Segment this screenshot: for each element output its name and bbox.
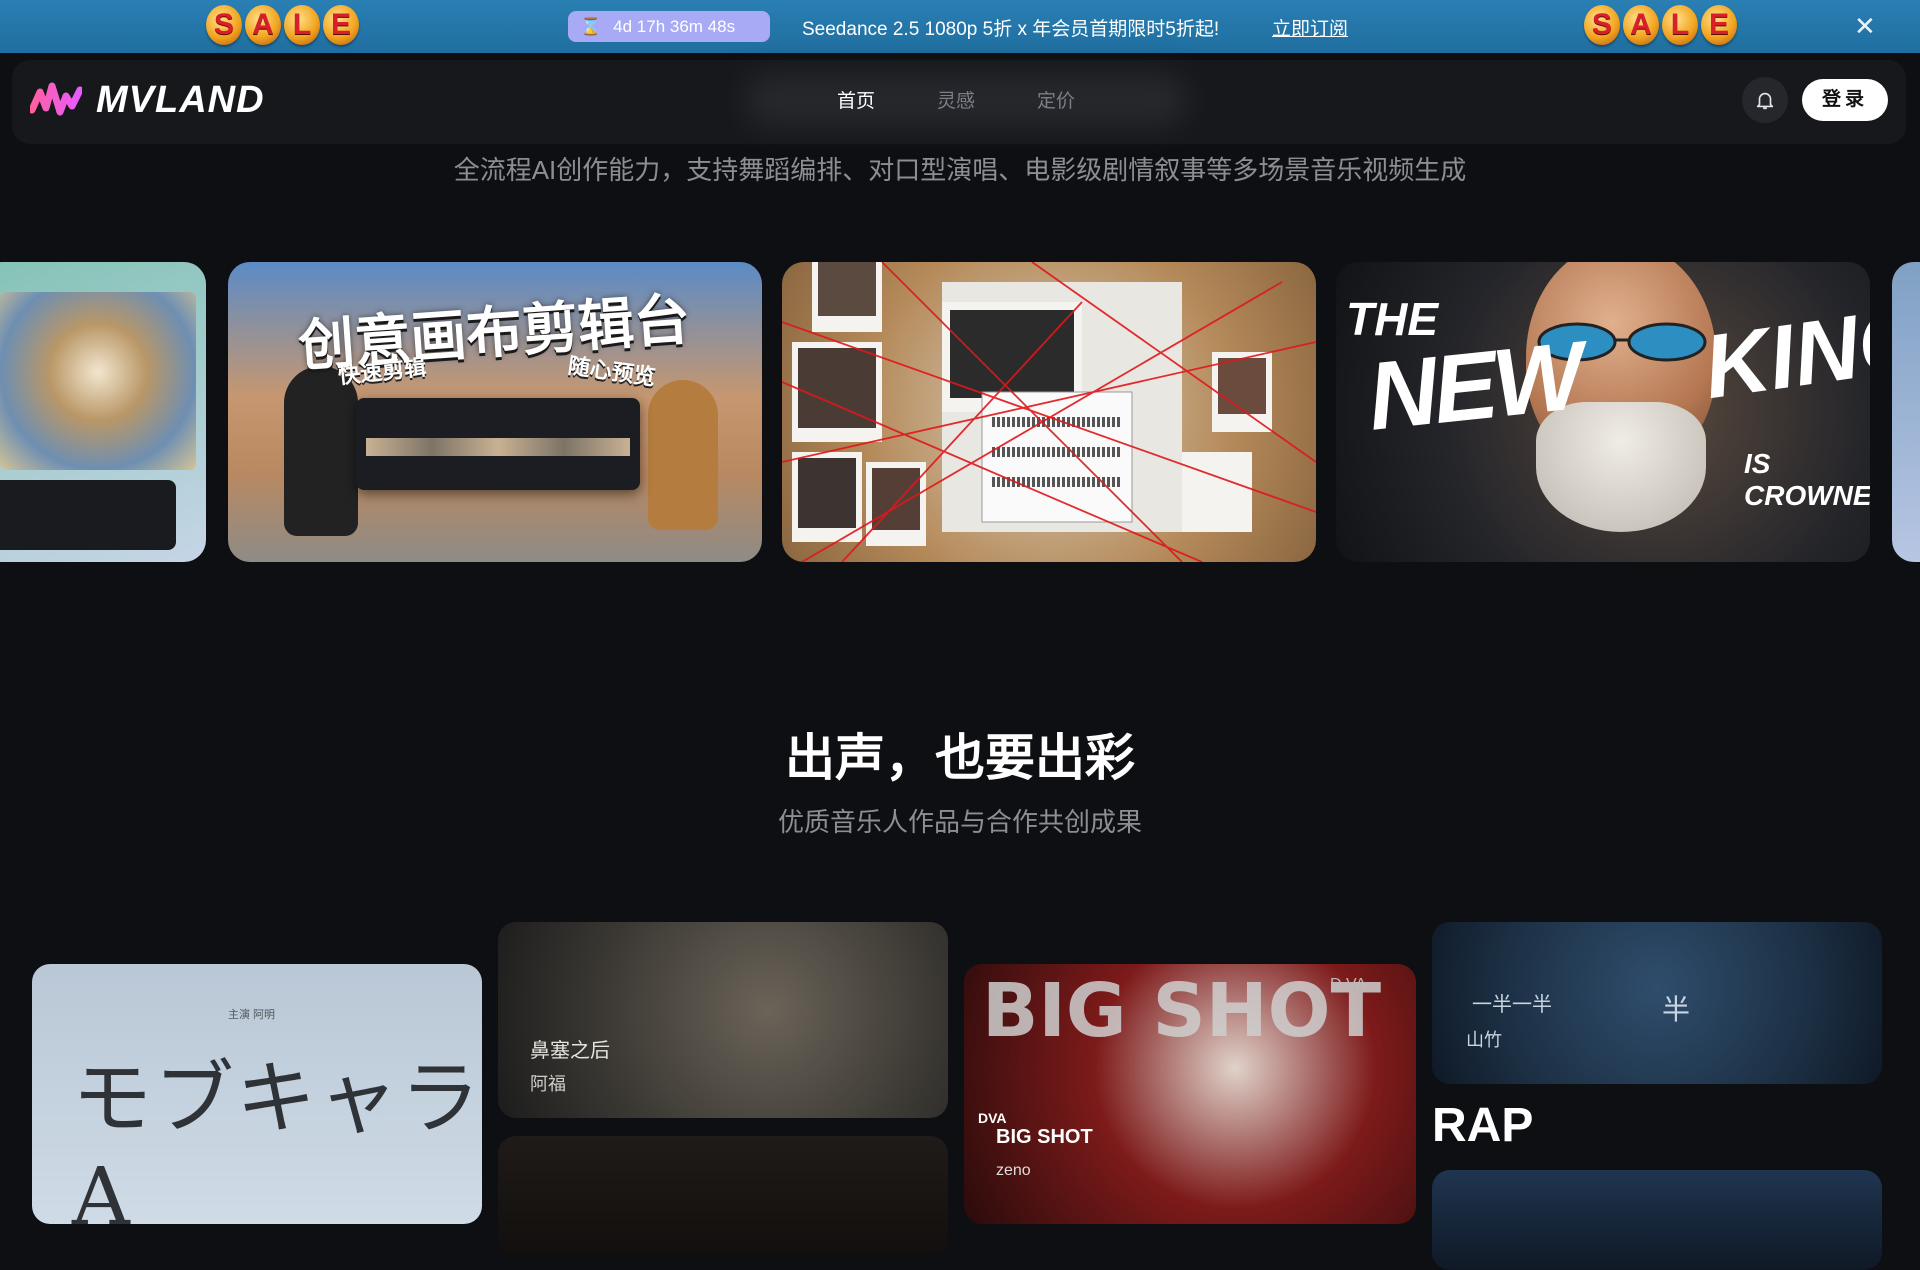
work-card-partial[interactable] (498, 1136, 948, 1256)
work-artist: 山竹 (1466, 1030, 1502, 1050)
subscribe-link[interactable]: 立即订阅 (1272, 14, 1348, 41)
nav-links: 首页 灵感 定价 (837, 86, 1075, 113)
work-card-bisai[interactable]: 鼻塞之后 阿福 (498, 922, 948, 1118)
sale-letter: E (1701, 5, 1737, 45)
close-icon[interactable]: ✕ (1854, 11, 1876, 41)
login-button[interactable]: 登录 (1802, 79, 1888, 121)
promo-banner: S A L E ⌛ 4d 17h 36m 48s Seedance 2.5 10… (0, 0, 1920, 53)
bell-icon (1756, 92, 1774, 110)
section-subtitle: 优质音乐人作品与合作共创成果 (777, 807, 1142, 837)
hero-subtitle: 全流程AI创作能力，支持舞蹈编排、对口型演唱、电影级剧情叙事等多场景音乐视频生成 (453, 155, 1467, 185)
poster-word-king: KING (1698, 287, 1870, 419)
poster-word-new: NEW (1362, 322, 1585, 451)
carousel-card-cow[interactable] (0, 262, 206, 562)
promo-text: Seedance 2.5 1080p 5折 x 年会员首期限时5折起! (802, 19, 1220, 40)
work-title-right: 半 (1662, 994, 1691, 1025)
brand-logo[interactable]: MVLAND (30, 78, 265, 122)
editor-toolbar-preview (0, 480, 176, 550)
sale-letter: A (1623, 5, 1659, 45)
work-title: モブキャラA (72, 1052, 482, 1224)
evidence-board-image (782, 262, 1316, 562)
work-card-mob-chara[interactable]: 主演 阿明 モブキャラA (32, 964, 482, 1224)
notifications-button[interactable] (1742, 77, 1788, 123)
sale-letter: S (1584, 5, 1620, 45)
poster-word-crowned: IS CROWNED (1744, 448, 1870, 511)
sale-letter: A (245, 5, 281, 45)
sale-letter: L (1662, 5, 1698, 45)
sale-letter: L (284, 5, 320, 45)
work-card-partial[interactable] (1432, 1170, 1882, 1270)
carousel-card-partial[interactable] (1892, 262, 1920, 562)
cow-painting-image (0, 292, 196, 470)
work-artist: zeno (996, 1162, 1031, 1179)
top-navigation: MVLAND 首页 灵感 定价 登录 (12, 60, 1906, 144)
leopard-character-image (648, 380, 718, 530)
work-title: 一半一半 (1472, 994, 1552, 1016)
mvland-logo-icon (30, 82, 82, 116)
countdown-timer: ⌛ 4d 17h 36m 48s (568, 11, 770, 42)
work-credit: 主演 阿明 (228, 1009, 276, 1021)
work-cover-text: BIG SHOT (982, 968, 1382, 1054)
work-corner-label: D.VA (1330, 976, 1367, 993)
sale-decoration-right: S A L E (1584, 5, 1737, 45)
work-artist: 阿福 (530, 1074, 566, 1094)
work-title: BIG SHOT (996, 1126, 1093, 1148)
sale-letter: S (206, 5, 242, 45)
carousel-card-canvas-editor[interactable]: 创意画布剪辑台 快速剪辑 随心预览 (228, 262, 762, 562)
hourglass-icon: ⌛ (580, 16, 602, 36)
carousel-card-new-king[interactable]: THE NEW KING IS CROWNED (1336, 262, 1870, 562)
work-card-half[interactable]: 一半一半 半 山竹 (1432, 922, 1882, 1084)
work-title: 鼻塞之后 (530, 1040, 610, 1062)
genre-label: RAP (1432, 1099, 1534, 1152)
sale-letter: E (323, 5, 359, 45)
nav-link-home[interactable]: 首页 (837, 86, 875, 113)
nav-link-inspiration[interactable]: 灵感 (937, 86, 975, 113)
section-title: 出声，也要出彩 (785, 730, 1135, 786)
bear-character-image (284, 366, 358, 536)
carousel-card-evidence-board[interactable] (782, 262, 1316, 562)
work-label: DVA (978, 1110, 1007, 1126)
countdown-value: 4d 17h 36m 48s (613, 16, 736, 36)
work-card-big-shot[interactable]: BIG SHOT D.VA DVA BIG SHOT zeno (964, 964, 1416, 1224)
sale-decoration-left: S A L E (206, 5, 359, 45)
brand-name: MVLAND (96, 78, 265, 121)
nav-link-pricing[interactable]: 定价 (1037, 86, 1075, 113)
timeline-panel-image (356, 398, 640, 490)
